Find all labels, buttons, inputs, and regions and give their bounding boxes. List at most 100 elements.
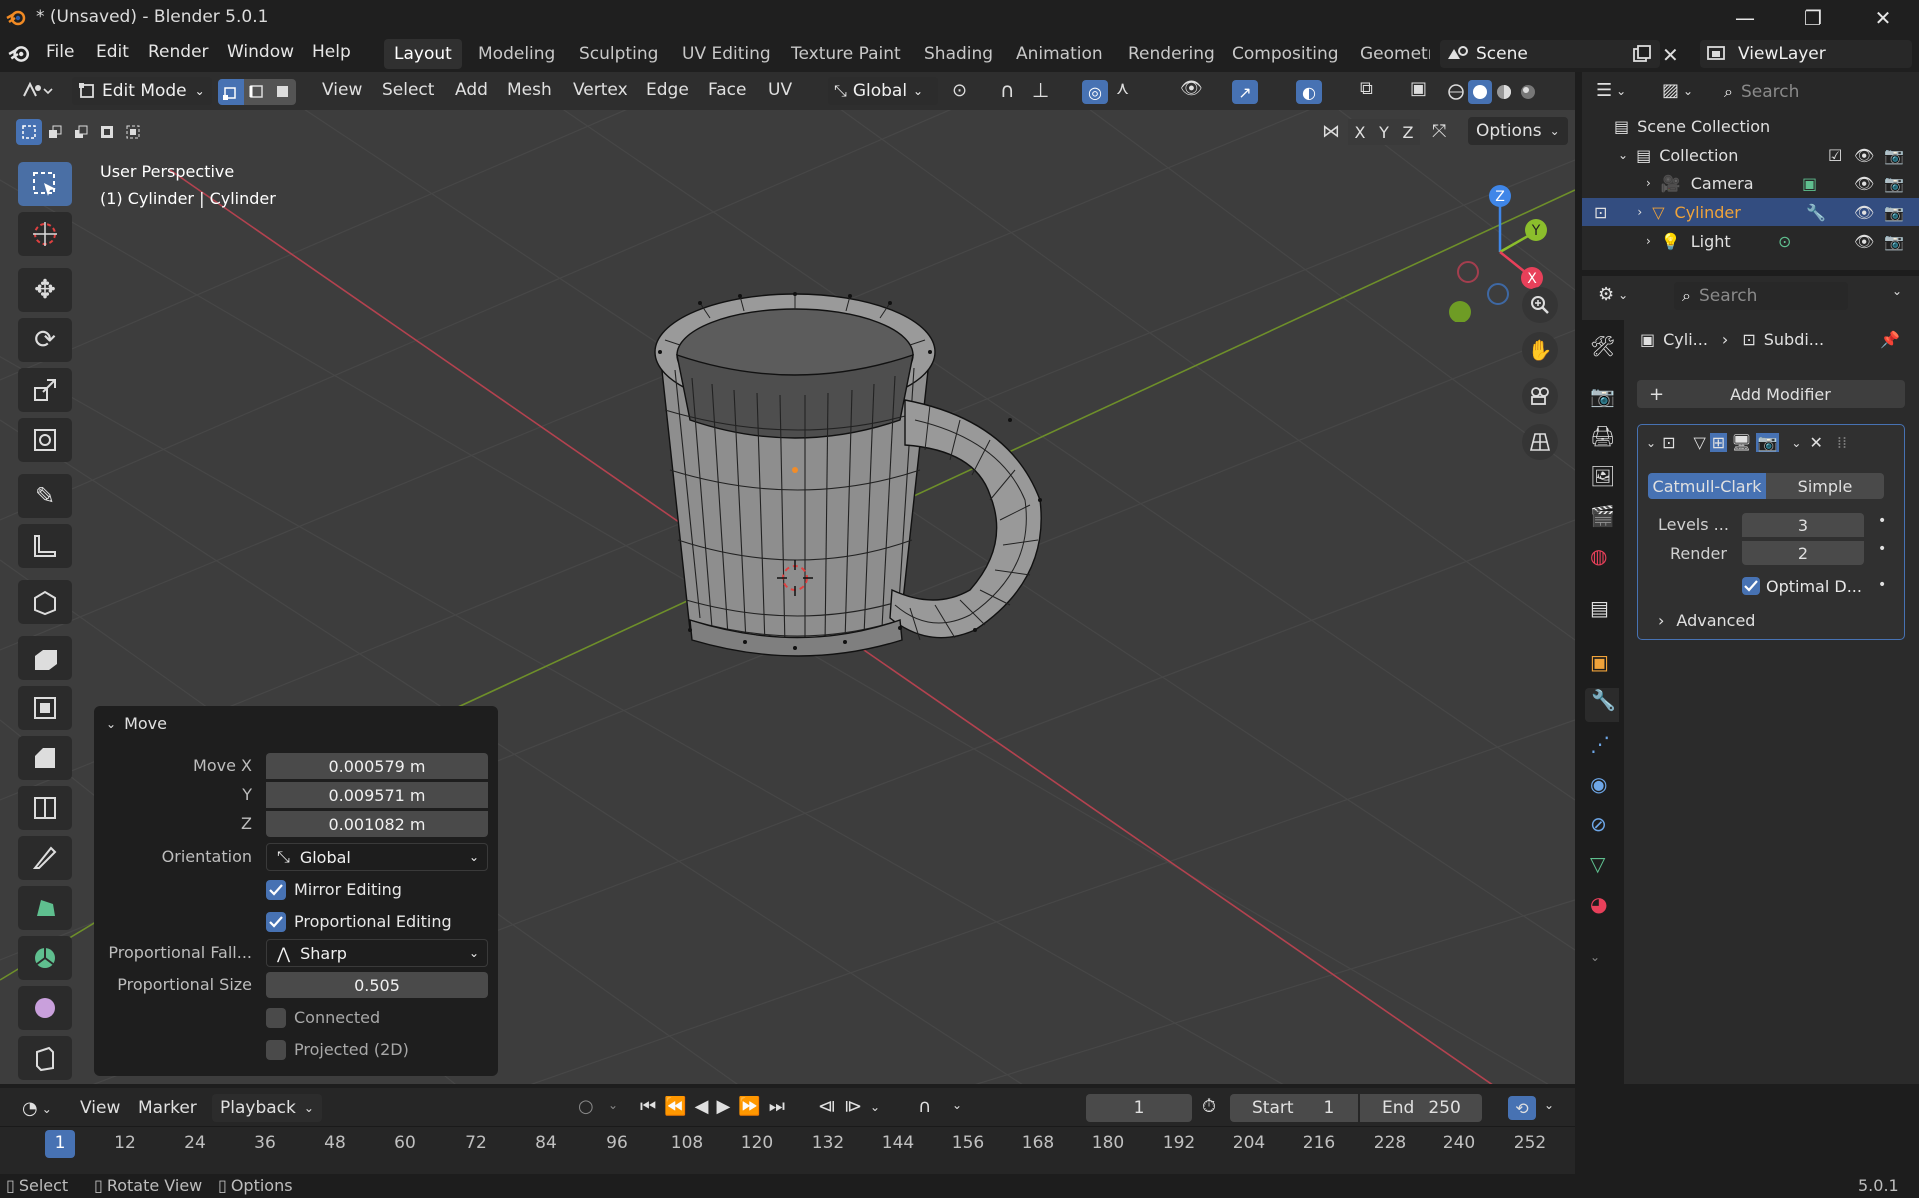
menu-face[interactable]: Face: [708, 80, 746, 100]
chevron-down-icon[interactable]: ⌄: [1544, 1098, 1554, 1112]
next-keyframe-icon[interactable]: ⏩: [738, 1096, 760, 1117]
editor-type-icon[interactable]: [20, 80, 54, 102]
eye-icon[interactable]: 👁: [1854, 174, 1874, 193]
transform-orientation-selector[interactable]: ⤡ Global ⌄: [828, 77, 938, 105]
scale-tool[interactable]: [18, 368, 72, 412]
render-camera-icon[interactable]: 📷: [1884, 203, 1904, 222]
tool-tab-icon[interactable]: 🛠: [1590, 334, 1616, 360]
properties-editor-type[interactable]: ⚙ ⌄: [1598, 284, 1628, 305]
data-tab-icon[interactable]: ▽: [1590, 852, 1616, 878]
orientation-dropdown[interactable]: ⤡ Global ⌄: [266, 843, 488, 871]
render-display-icon[interactable]: 📷: [1755, 433, 1780, 452]
menu-uv[interactable]: UV: [768, 80, 792, 100]
collection-tab-icon[interactable]: ▤: [1590, 596, 1616, 622]
menu-vertex[interactable]: Vertex: [573, 80, 628, 100]
bevel-tool[interactable]: [18, 736, 72, 780]
outliner-search-input[interactable]: ⌕ Search: [1716, 78, 1892, 106]
poly-build-tool[interactable]: [18, 886, 72, 930]
eye-icon[interactable]: 👁: [1854, 146, 1874, 165]
rendered-shading-icon[interactable]: [1516, 80, 1540, 104]
material-shading-icon[interactable]: [1492, 80, 1516, 104]
auto-keying-icon[interactable]: ∩: [918, 1096, 931, 1117]
measure-tool[interactable]: [18, 524, 72, 568]
physics-tab-icon[interactable]: ◉: [1590, 772, 1616, 798]
move-y-field[interactable]: 0.009571 m: [266, 782, 488, 808]
gizmo-toggle-icon[interactable]: ↗: [1232, 80, 1258, 104]
pivot-point-icon[interactable]: ⊙: [952, 80, 967, 101]
play-reverse-icon[interactable]: ◀: [695, 1096, 709, 1117]
tree-item-cylinder[interactable]: ⊡ › ▽ Cylinder 🔧 👁 📷: [1582, 198, 1919, 226]
render-levels-field[interactable]: 2: [1742, 541, 1864, 565]
topology-mirror-icon[interactable]: ⤧: [1432, 121, 1446, 142]
catmull-clark-button[interactable]: Catmull-Clark: [1648, 473, 1766, 499]
proportional-size-field[interactable]: 0.505: [266, 972, 488, 998]
keyframe-dot-icon[interactable]: •: [1878, 541, 1886, 557]
select-invert-icon[interactable]: [94, 119, 120, 145]
mirror-y-toggle[interactable]: Y: [1372, 119, 1396, 145]
prev-marker-icon[interactable]: ⧏: [818, 1096, 836, 1117]
select-new-icon[interactable]: [16, 119, 42, 145]
menu-add[interactable]: Add: [455, 80, 488, 100]
keying-icon[interactable]: ○: [578, 1096, 594, 1117]
transform-tool[interactable]: [18, 418, 72, 462]
modifier-tab-icon[interactable]: 🔧: [1585, 688, 1619, 722]
maximize-button[interactable]: ❐: [1778, 0, 1848, 36]
falloff-icon[interactable]: ⋏: [1116, 78, 1129, 99]
tab-rendering[interactable]: Rendering: [1118, 39, 1225, 69]
timeline-menu-marker[interactable]: Marker: [138, 1098, 197, 1118]
keyframe-dot-icon[interactable]: •: [1878, 577, 1886, 593]
proportional-editing-icon[interactable]: ◎: [1082, 80, 1108, 104]
exclude-checkbox-icon[interactable]: ☑: [1828, 146, 1842, 165]
mesh-edit-overlay-icon[interactable]: ⧉: [1360, 78, 1373, 99]
output-tab-icon[interactable]: 🖨: [1590, 424, 1616, 450]
advanced-subpanel[interactable]: › Advanced: [1658, 611, 1755, 630]
menu-edge[interactable]: Edge: [646, 80, 689, 100]
menu-view[interactable]: View: [322, 80, 362, 100]
render-camera-icon[interactable]: 📷: [1884, 174, 1904, 193]
close-button[interactable]: ✕: [1848, 0, 1918, 36]
view-layer-selector[interactable]: ViewLayer: [1700, 40, 1912, 68]
delete-scene-icon[interactable]: ✕: [1662, 43, 1679, 67]
sync-icon[interactable]: ⟲: [1508, 1096, 1536, 1120]
tree-item-light[interactable]: › 💡 Light ⊙ 👁 📷: [1582, 227, 1919, 255]
object-tab-icon[interactable]: ▣: [1590, 650, 1616, 676]
chevron-down-icon[interactable]: ⌄: [870, 1100, 880, 1114]
playback-dropdown[interactable]: Playback ⌄: [212, 1094, 322, 1122]
tree-item-camera[interactable]: › 🎥 Camera ▣ 👁 📷: [1582, 169, 1919, 197]
mode-selector[interactable]: Edit Mode ⌄: [72, 77, 212, 105]
viewport-display-icon[interactable]: 🖥: [1731, 433, 1751, 452]
select-intersect-icon[interactable]: [120, 119, 146, 145]
tab-compositing[interactable]: Compositing: [1222, 39, 1349, 69]
material-tab-icon[interactable]: ◕: [1590, 892, 1616, 918]
tab-shading[interactable]: Shading: [914, 39, 1003, 69]
edge-select-icon[interactable]: [244, 79, 270, 105]
xray-icon[interactable]: ▣: [1410, 78, 1427, 99]
redo-panel-header[interactable]: ⌄ Move: [106, 714, 167, 733]
perspective-grid-icon[interactable]: [1522, 424, 1558, 460]
chevron-down-icon[interactable]: ⌄: [1892, 284, 1902, 298]
next-marker-icon[interactable]: ⧐: [844, 1096, 862, 1117]
proportional-falloff-dropdown[interactable]: ⋀ Sharp ⌄: [266, 939, 488, 967]
stopwatch-icon[interactable]: ⏱: [1202, 1096, 1216, 1117]
blender-menu-icon[interactable]: [8, 43, 30, 65]
move-x-field[interactable]: 0.000579 m: [266, 753, 488, 779]
particles-tab-icon[interactable]: ⋰: [1590, 732, 1616, 758]
pan-hand-icon[interactable]: ✋: [1522, 332, 1558, 368]
camera-view-icon[interactable]: [1522, 378, 1558, 414]
edge-slide-tool[interactable]: [18, 1036, 72, 1080]
face-select-icon[interactable]: [270, 79, 296, 105]
tab-uv-editing[interactable]: UV Editing: [672, 39, 781, 69]
visibility-icon[interactable]: 👁: [1180, 78, 1203, 99]
rotate-tool[interactable]: ⟳: [18, 318, 72, 362]
spin-tool[interactable]: [18, 936, 72, 980]
constraints-tab-icon[interactable]: ⊘: [1590, 812, 1616, 838]
scene-tab-icon[interactable]: 🎬: [1590, 504, 1616, 530]
mirror-z-toggle[interactable]: Z: [1396, 119, 1420, 145]
jump-start-icon[interactable]: ⏮: [640, 1096, 656, 1117]
drag-handle-icon[interactable]: ⁞⁞: [1837, 433, 1847, 452]
menu-window[interactable]: Window: [227, 42, 294, 62]
inset-tool[interactable]: [18, 686, 72, 730]
edit-mode-display-icon[interactable]: ▽: [1693, 433, 1705, 452]
projected-checkbox[interactable]: [266, 1040, 286, 1060]
add-cube-tool[interactable]: [18, 580, 72, 624]
